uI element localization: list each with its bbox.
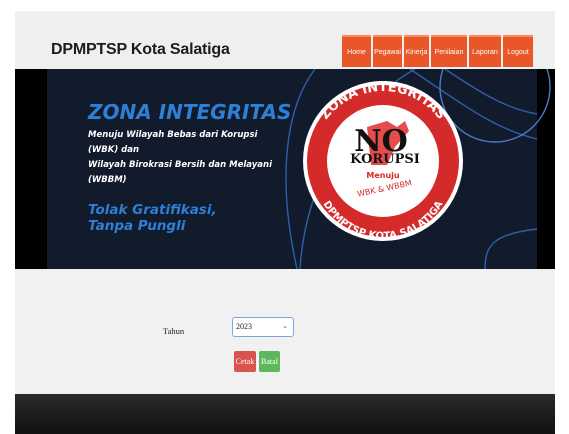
- tahun-select-value: 2023: [236, 322, 252, 331]
- banner-slogan: Tolak Gratifikasi, Tanpa Pungli: [88, 202, 288, 234]
- subtitle-line: Wilayah Birokrasi Bersih dan Melayani: [88, 160, 273, 170]
- emblem-menuju: Menuju: [366, 171, 400, 180]
- banner-title: ZONA INTEGRITAS: [88, 100, 292, 124]
- page-frame: DPMPTSP Kota Salatiga Home Pegawai Kiner…: [15, 11, 555, 434]
- banner-subtitle: Menuju Wilayah Bebas dari Korupsi (WBK) …: [88, 128, 278, 188]
- zona-integritas-emblem: ZONA INTEGRITAS DPMPTSP KOTA SALATIGA NO…: [303, 80, 463, 242]
- page-footer: [15, 394, 555, 434]
- brand-title: DPMPTSP Kota Salatiga: [51, 41, 230, 58]
- slogan-line: Tanpa Pungli: [88, 218, 186, 234]
- tahun-label: Tahun: [163, 326, 185, 336]
- top-header: DPMPTSP Kota Salatiga Home Pegawai Kiner…: [15, 11, 555, 69]
- cetak-button[interactable]: Cetak: [234, 351, 256, 372]
- slogan-line: Tolak Gratifikasi,: [88, 202, 217, 218]
- subtitle-line: (WBK) dan: [88, 145, 140, 155]
- subtitle-line: Menuju Wilayah Bebas dari Korupsi: [88, 130, 258, 140]
- nav-laporan[interactable]: Laporan: [469, 35, 501, 67]
- nav-penilaian[interactable]: Penilaian: [431, 35, 467, 67]
- batal-button[interactable]: Batal: [259, 351, 280, 372]
- banner-left-edge: [15, 69, 47, 269]
- nav-pegawai[interactable]: Pegawai: [373, 35, 402, 67]
- subtitle-line: (WBBM): [88, 175, 127, 185]
- main-nav: Home Pegawai Kinerja Penilaian Laporan L…: [342, 35, 533, 67]
- report-form: Tahun 2023 ⌄ Cetak Batal: [15, 269, 555, 394]
- banner-right-edge: [537, 69, 555, 269]
- nav-logout[interactable]: Logout: [503, 35, 533, 67]
- nav-kinerja[interactable]: Kinerja: [404, 35, 429, 67]
- nav-home[interactable]: Home: [342, 35, 371, 67]
- zona-integritas-banner: ZONA INTEGRITAS DPMPTSP KOTA SALATIGA NO…: [15, 69, 555, 269]
- emblem-korupsi: KORUPSI: [350, 152, 420, 167]
- chevron-down-icon: ⌄: [282, 322, 288, 330]
- tahun-select[interactable]: 2023 ⌄: [232, 317, 294, 337]
